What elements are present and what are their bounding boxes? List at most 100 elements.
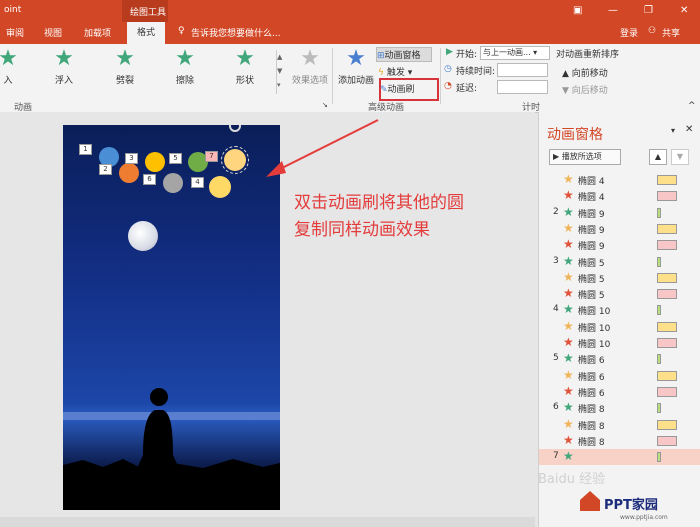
play-icon: ▶ xyxy=(446,47,453,57)
gallery-label: 擦除 xyxy=(175,76,194,86)
dialog-launcher-icon[interactable]: ↘ xyxy=(322,101,328,109)
timing-bar[interactable] xyxy=(657,272,677,283)
gallery-item-split[interactable]: ★ 劈裂 xyxy=(105,46,145,87)
animation-list-item[interactable]: 7 ★ xyxy=(539,449,700,466)
animation-list-item[interactable]: 5 ★ 椭圆 6 xyxy=(539,351,700,367)
sequence-number: 2 xyxy=(553,206,559,217)
delay-label: 延迟: xyxy=(456,84,478,94)
circle-selected[interactable] xyxy=(221,146,249,174)
minimize-icon[interactable]: — xyxy=(608,5,618,16)
ribbon-display-icon[interactable]: ▣ xyxy=(573,5,582,16)
add-animation-button[interactable]: ★ 添加动画 xyxy=(336,47,376,87)
timing-bar[interactable] xyxy=(657,321,677,332)
timing-bar[interactable] xyxy=(657,386,677,397)
delay-input[interactable] xyxy=(497,80,548,94)
animation-list-item[interactable]: ★ 椭圆 8 xyxy=(539,433,700,449)
circle-yellow[interactable] xyxy=(145,152,165,172)
timing-bar[interactable] xyxy=(657,175,677,185)
timing-bar[interactable] xyxy=(657,354,661,365)
gallery-item-fly-in[interactable]: ★ 入 xyxy=(0,47,28,87)
tab-addins[interactable]: 加载项 xyxy=(84,26,111,39)
animation-tag: 1 xyxy=(79,144,92,155)
timing-bar[interactable] xyxy=(657,207,661,218)
trigger-label: 触发 xyxy=(386,68,405,78)
lightbulb-icon: ♀ xyxy=(178,26,185,36)
animation-list-item[interactable]: ★ 椭圆 9 xyxy=(539,221,700,237)
gallery-scroll[interactable]: ▲ ▼ ▾ xyxy=(276,50,285,94)
timing-bar[interactable] xyxy=(657,419,677,430)
watermark-url: www.pptjia.com xyxy=(620,514,668,521)
circle-gray[interactable] xyxy=(163,173,183,193)
animation-painter-button[interactable]: ✎动画刷 xyxy=(380,82,415,95)
timing-bar[interactable] xyxy=(657,435,677,446)
tab-review[interactable]: 审阅 xyxy=(6,26,24,39)
play-selected-button[interactable]: ▶ 播放所选项 xyxy=(549,149,621,165)
gallery-item-wipe[interactable]: ★ 擦除 xyxy=(165,46,205,87)
slide[interactable]: 1 2 3 4 5 6 7 xyxy=(63,125,280,510)
animation-list-item[interactable]: ★ 椭圆 10 xyxy=(539,335,700,351)
pane-menu-icon[interactable]: ▾ xyxy=(671,126,675,135)
timing-bar[interactable] xyxy=(657,370,677,381)
collapse-ribbon-icon[interactable]: ^ xyxy=(688,101,696,111)
animation-tag: 6 xyxy=(143,174,156,185)
star-icon: ★ xyxy=(563,367,574,382)
restore-icon[interactable]: ❐ xyxy=(644,5,653,16)
animation-list-item[interactable]: ★ 椭圆 4 xyxy=(539,188,700,204)
pane-close-icon[interactable]: ✕ xyxy=(685,124,693,135)
pane-icon: ⊞ xyxy=(377,51,385,61)
star-icon: ★ xyxy=(175,46,195,71)
animation-list-item[interactable]: ★ 椭圆 5 xyxy=(539,270,700,286)
move-earlier-button[interactable]: ▲ 向前移动 xyxy=(562,66,608,79)
animation-list-item[interactable]: ★ 椭圆 10 xyxy=(539,319,700,335)
move-up-button[interactable]: ▲ xyxy=(649,149,667,165)
moon[interactable] xyxy=(128,221,158,251)
animation-list-item[interactable]: ★ 椭圆 8 xyxy=(539,417,700,433)
gallery-item-float-in[interactable]: ★ 浮入 xyxy=(44,47,84,87)
tab-format[interactable]: 格式 xyxy=(127,22,165,44)
star-icon: ★ xyxy=(563,416,574,431)
circle-light-yellow[interactable] xyxy=(209,176,231,198)
timing-bar[interactable] xyxy=(657,289,677,300)
star-icon: ★ xyxy=(563,188,574,203)
share-button[interactable]: 共享 xyxy=(662,26,680,39)
timing-bar[interactable] xyxy=(657,305,661,316)
timing-bar[interactable] xyxy=(657,256,661,267)
tell-me-search[interactable]: 告诉我您想要做什么... xyxy=(191,26,281,39)
effect-options-button[interactable]: ★ 效果选项 xyxy=(288,47,332,87)
animation-list-item[interactable]: ★ 椭圆 4 xyxy=(539,172,700,188)
gallery-item-shape[interactable]: ★ 形状 xyxy=(225,47,265,87)
animation-list-item[interactable]: ★ 椭圆 5 xyxy=(539,286,700,302)
timing-bar[interactable] xyxy=(657,403,661,414)
animation-list-item[interactable]: 2 ★ 椭圆 9 xyxy=(539,205,700,221)
move-down-button[interactable]: ▼ xyxy=(671,149,689,165)
trigger-button[interactable]: ϟ 触发 ▾ xyxy=(378,65,412,78)
login-link[interactable]: 登录 xyxy=(620,26,638,39)
rotate-handle-icon[interactable] xyxy=(229,125,241,132)
watermark-baidu: Baidu 经验 xyxy=(538,472,606,487)
timing-bar[interactable] xyxy=(657,338,677,348)
animation-list-item[interactable]: ★ 椭圆 6 xyxy=(539,368,700,384)
animation-pane: 动画窗格 ▾ ✕ ▶ 播放所选项 ▲ ▼ ★ 椭圆 4 ★ 椭圆 4 2 ★ 椭圆 9 ★ 椭圆… xyxy=(538,112,700,527)
animation-pane-button[interactable]: ⊞动画窗格 xyxy=(376,47,432,62)
timing-bar[interactable] xyxy=(657,452,661,463)
timing-bar[interactable] xyxy=(657,223,677,234)
pane-title: 动画窗格 xyxy=(547,127,603,143)
timing-bar[interactable] xyxy=(657,191,677,202)
move-later-button[interactable]: ▼ 向后移动 xyxy=(562,83,608,96)
lightning-icon: ϟ xyxy=(378,68,384,78)
animation-painter-label: 动画刷 xyxy=(387,85,415,95)
close-icon[interactable]: ✕ xyxy=(680,5,688,16)
animation-list-item[interactable]: ★ 椭圆 9 xyxy=(539,237,700,253)
animation-list-item[interactable]: 4 ★ 椭圆 10 xyxy=(539,302,700,318)
play-selected-label: 播放所选项 xyxy=(561,152,602,161)
tab-view[interactable]: 视图 xyxy=(44,26,62,39)
clock-icon: ◷ xyxy=(444,64,452,74)
animation-list-item[interactable]: 6 ★ 椭圆 8 xyxy=(539,400,700,416)
duration-input[interactable] xyxy=(497,63,548,77)
star-icon: ★ xyxy=(115,46,135,71)
animation-list-item[interactable]: ★ 椭圆 6 xyxy=(539,384,700,400)
timing-bar[interactable] xyxy=(657,240,677,251)
animation-list-item[interactable]: 3 ★ 椭圆 5 xyxy=(539,254,700,270)
circle-orange[interactable] xyxy=(119,163,139,183)
start-select[interactable]: 与上一动画... ▾ xyxy=(480,46,550,60)
